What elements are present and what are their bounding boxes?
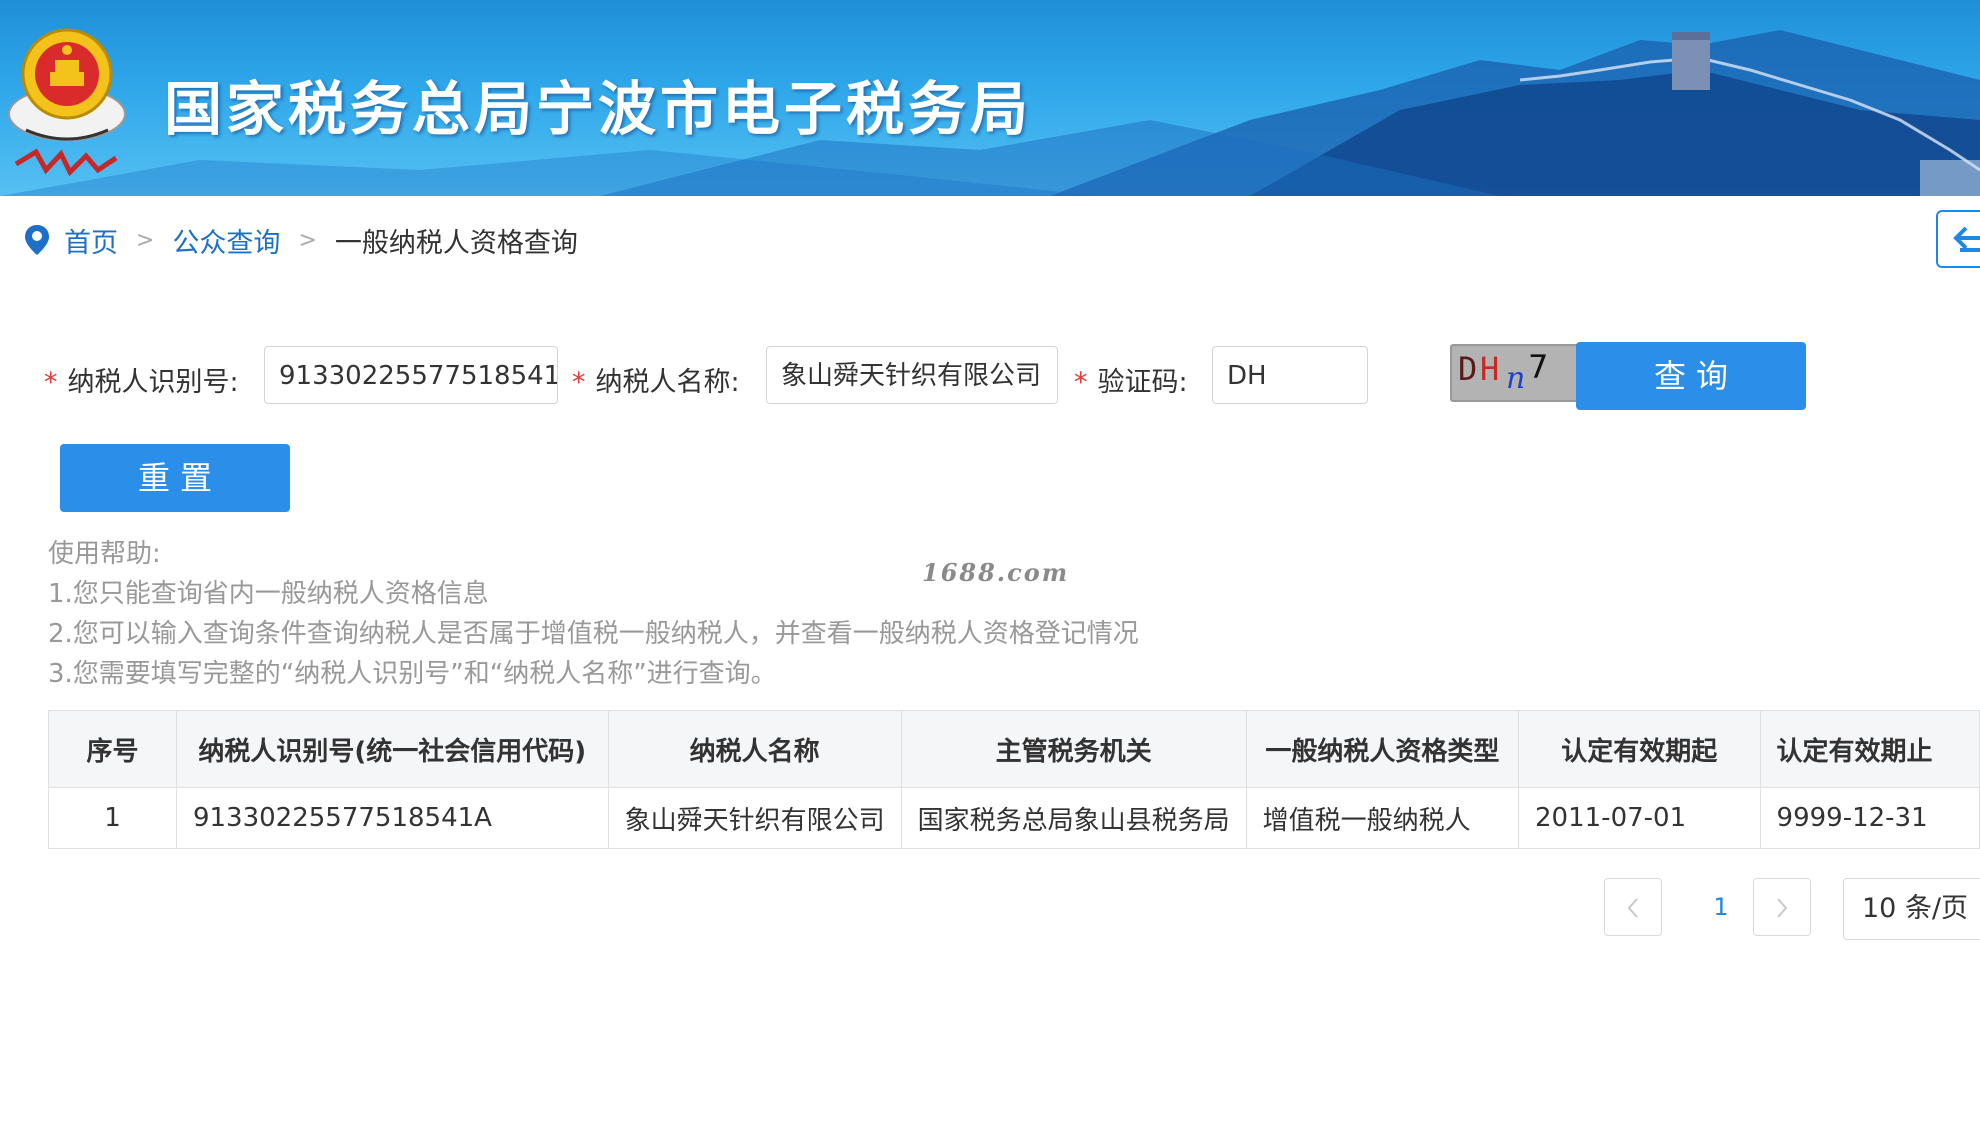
taxpayer-name-label: * 纳税人名称: xyxy=(572,367,740,398)
result-table: 序号 纳税人识别号(统一社会信用代码) 纳税人名称 主管税务机关 一般纳税人资格… xyxy=(48,710,1980,849)
chevron-right-icon xyxy=(1777,898,1788,918)
column-header: 认定有效期起 xyxy=(1518,710,1761,788)
svg-text:H: H xyxy=(1480,350,1499,388)
breadcrumb-current-page: 一般纳税人资格查询 xyxy=(334,227,578,259)
help-line: 2.您可以输入查询条件查询纳税人是否属于增值税一般纳税人，并查看一般纳税人资格登… xyxy=(48,619,1139,649)
cell-taxpayer-name: 象山舜天针织有限公司 xyxy=(607,787,902,849)
column-header: 主管税务机关 xyxy=(900,710,1247,788)
taxpayer-name-input[interactable]: 象山舜天针织有限公司 xyxy=(766,346,1058,404)
prev-page-button[interactable] xyxy=(1604,878,1662,936)
cell-taxpayer-id: 91330225577518541A xyxy=(175,787,609,849)
site-header-banner: 国家税务总局宁波市电子税务局 xyxy=(0,0,1980,196)
page-size-select[interactable]: 10 条/页 xyxy=(1843,878,1980,940)
required-mark: * xyxy=(1074,367,1088,398)
cell-valid-from: 2011-07-01 xyxy=(1518,787,1761,849)
query-button[interactable]: 查询 xyxy=(1576,342,1806,410)
breadcrumb: 首页 > 公众查询 > 一般纳税人资格查询 xyxy=(24,220,578,260)
required-mark: * xyxy=(572,367,586,398)
captcha-glyphs: D H n 7 xyxy=(1458,348,1548,396)
cell-tax-authority: 国家税务总局象山县税务局 xyxy=(900,787,1247,849)
cell-index: 1 xyxy=(48,787,177,849)
back-arrow-icon xyxy=(1953,226,1980,252)
site-title: 国家税务总局宁波市电子税务局 xyxy=(164,75,1033,143)
cell-valid-to: 9999-12-31 xyxy=(1759,787,1980,849)
captcha-image[interactable]: D H n 7 xyxy=(1450,344,1586,402)
reset-button[interactable]: 重置 xyxy=(60,444,290,512)
taxpayer-id-input[interactable]: 91330225577518541A xyxy=(264,346,558,404)
chevron-left-icon xyxy=(1627,898,1638,918)
back-button[interactable] xyxy=(1936,210,1980,268)
next-page-button[interactable] xyxy=(1753,878,1811,936)
svg-text:n: n xyxy=(1506,361,1525,396)
cell-qualification-type: 增值税一般纳税人 xyxy=(1245,787,1520,849)
breadcrumb-home-link[interactable]: 首页 xyxy=(64,221,118,260)
column-header: 认定有效期止 xyxy=(1759,710,1980,788)
captcha-label: * 验证码: xyxy=(1074,367,1188,398)
captcha-input[interactable]: DH xyxy=(1212,346,1368,404)
required-mark: * xyxy=(44,367,58,398)
table-row: 1 91330225577518541A 象山舜天针织有限公司 国家税务总局象山… xyxy=(48,787,1980,849)
query-form: * 纳税人识别号: 91330225577518541A * 纳税人名称: 象山舜天… xyxy=(44,342,1944,410)
column-header: 一般纳税人资格类型 xyxy=(1245,710,1520,788)
column-header: 纳税人名称 xyxy=(607,710,902,788)
location-pin-icon xyxy=(25,225,49,255)
svg-text:7: 7 xyxy=(1528,348,1548,386)
page-size-value: 10 条/页 xyxy=(1862,893,1969,924)
svg-text:D: D xyxy=(1458,350,1477,388)
table-header-row: 序号 纳税人识别号(统一社会信用代码) 纳税人名称 主管税务机关 一般纳税人资格… xyxy=(48,710,1980,788)
breadcrumb-separator: > xyxy=(136,227,155,253)
page-number-current[interactable]: 1 xyxy=(1692,878,1750,936)
column-header: 纳税人识别号(统一社会信用代码) xyxy=(175,710,609,788)
breadcrumb-separator: > xyxy=(298,227,317,253)
column-header: 序号 xyxy=(48,710,177,788)
taxpayer-id-label: * 纳税人识别号: xyxy=(44,367,239,398)
watermark-text: 1688.com xyxy=(922,558,1070,587)
breadcrumb-public-query-link[interactable]: 公众查询 xyxy=(172,221,280,260)
help-line: 3.您需要填写完整的“纳税人识别号”和“纳税人名称”进行查询。 xyxy=(48,659,777,689)
tax-bureau-emblem-logo xyxy=(8,28,126,177)
